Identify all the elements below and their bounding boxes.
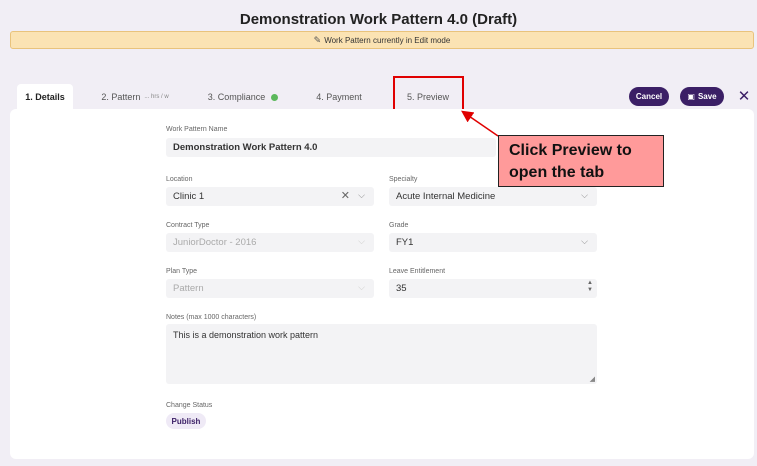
callout-line-1: Click Preview to <box>509 142 632 159</box>
callout-line-2: open the tab <box>509 164 605 181</box>
instruction-callout: Click Preview to open the tab <box>498 135 664 187</box>
annotation-arrow <box>461 110 499 137</box>
